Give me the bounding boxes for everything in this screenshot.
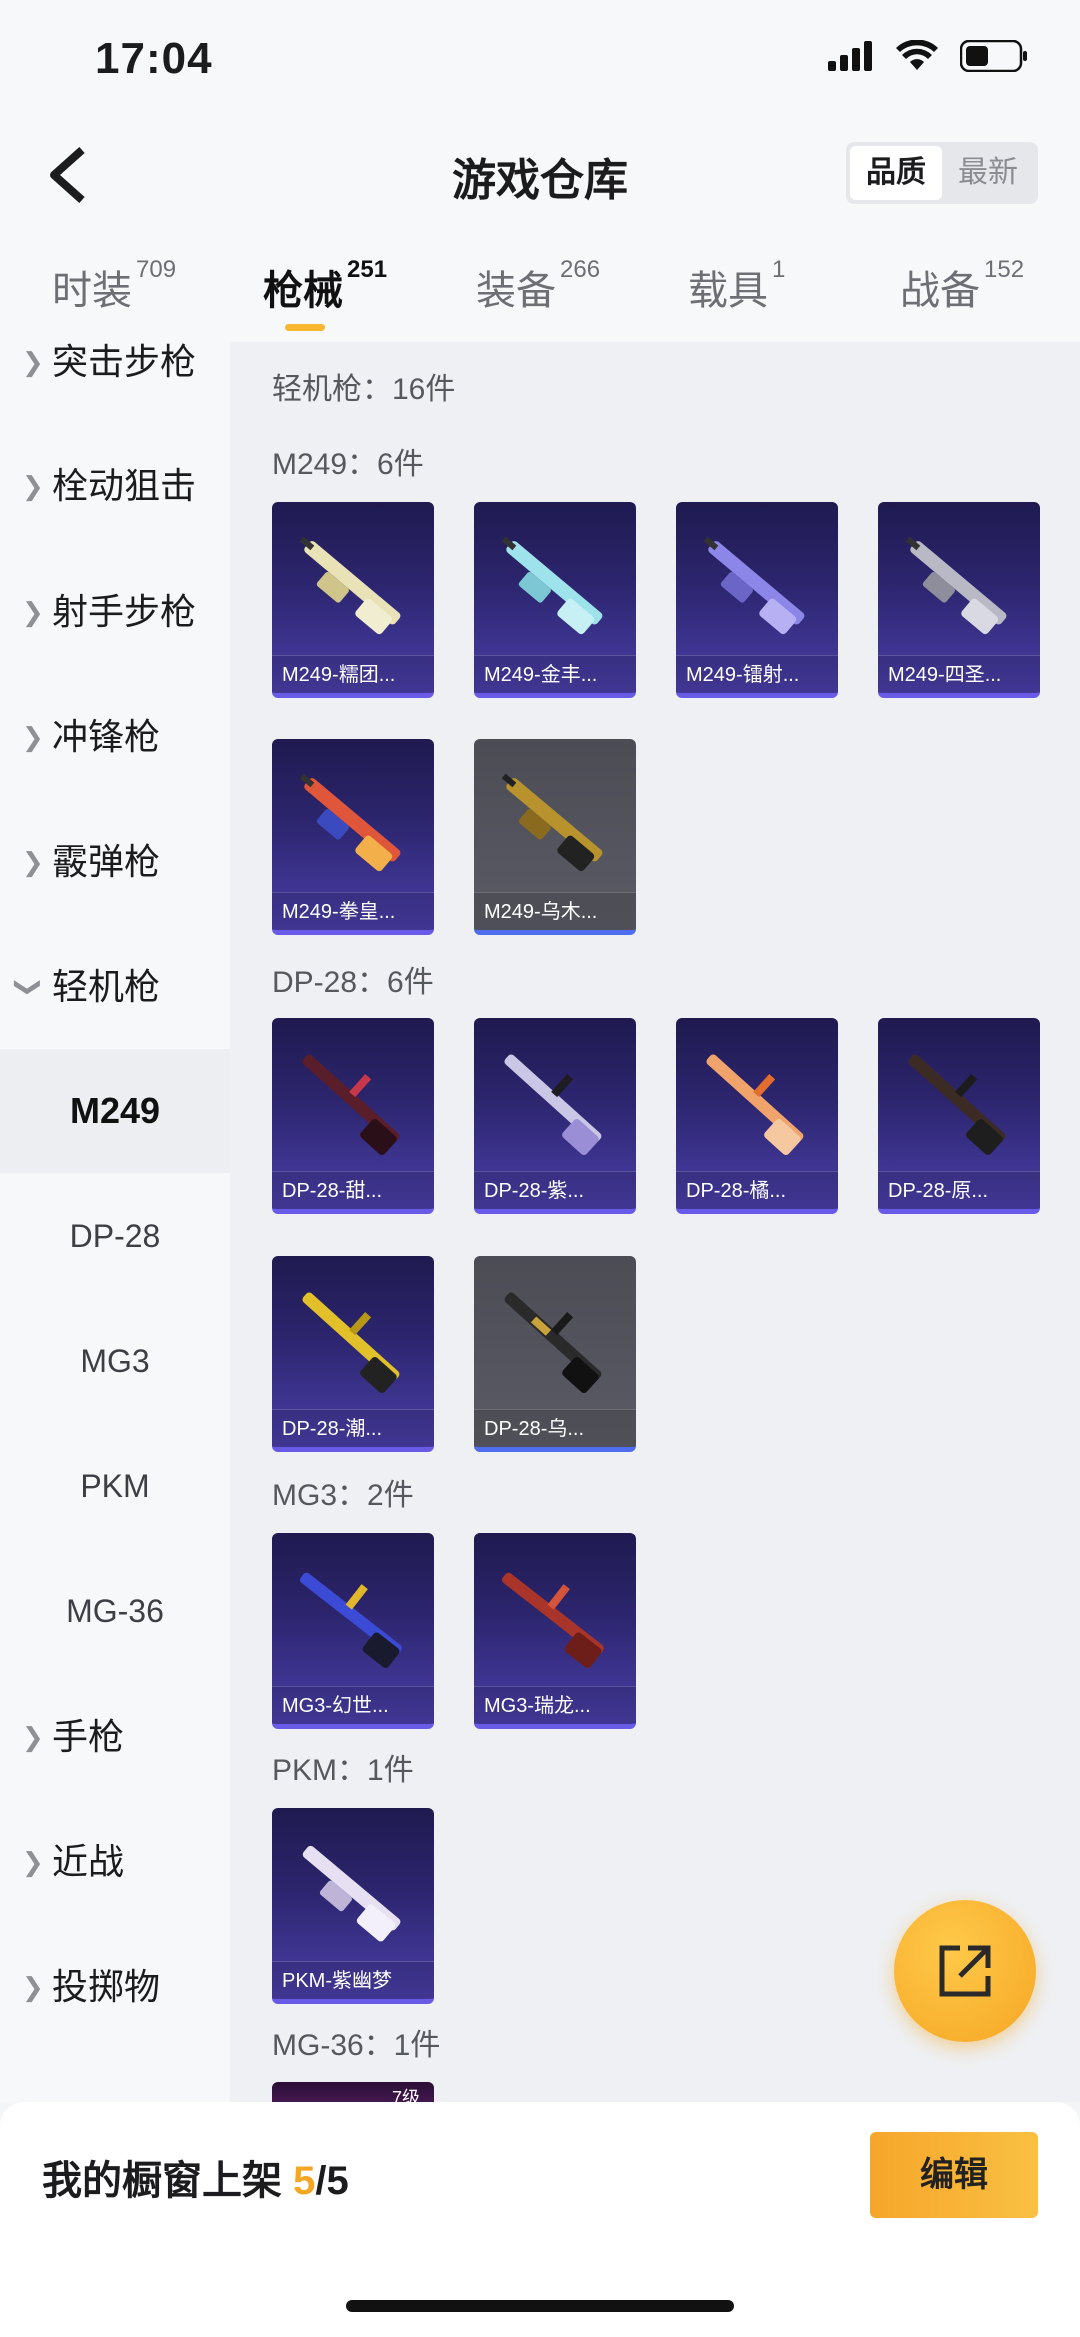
skin-name: DP-28-原... [878,1171,1040,1209]
skin-name: PKM-紫幽梦 [272,1961,434,1999]
sidebar-subitem-mg36[interactable]: MG-36 [0,1549,230,1673]
sidebar-subitem-m249[interactable]: M249 [0,1049,230,1173]
edit-button[interactable]: 编辑 [870,2132,1038,2218]
skin-card[interactable]: M249-四圣... [878,502,1040,698]
chevron-right-icon: ❯ [22,597,44,627]
status-bar: 17:04 [0,0,1080,120]
skin-card[interactable]: M249-金丰... [474,502,636,698]
lmg-icon [299,773,401,872]
sidebar-item-lmg[interactable]: ❯ 轻机枪 [0,945,230,1029]
lmg-icon [300,1572,402,1668]
sort-newest-button[interactable]: 最新 [942,146,1034,200]
lmg-icon [703,536,805,635]
battery-icon [960,40,1027,72]
skin-name: M249-拳皇... [272,892,434,930]
chevron-right-icon: ❯ [22,1972,44,2002]
lmg-icon [302,1845,401,1942]
active-tab-indicator [285,324,325,331]
sidebar-item-shotgun[interactable]: ❯ 霰弹枪 [0,820,230,904]
sidebar-item-melee[interactable]: ❯ 近战 [0,1820,230,1904]
skin-name: M249-四圣... [878,655,1040,693]
lmg-icon [501,536,603,635]
share-button[interactable] [894,1900,1036,2042]
group-heading-dp28: DP-28：6件 [272,966,434,999]
lmg-icon [504,1292,602,1394]
skin-card[interactable]: M249-镭射... [676,502,838,698]
skin-card[interactable]: DP-28-橘... [676,1018,838,1214]
tab-vehicles[interactable]: 载具 1 [688,256,785,316]
skin-card[interactable]: M249-乌木... [474,739,636,935]
signal-icon [828,41,872,71]
skin-name: MG3-幻世... [272,1686,434,1724]
skin-name: DP-28-乌... [474,1409,636,1447]
chevron-right-icon: ❯ [22,471,44,501]
group-heading-mg3: MG3：2件 [272,1479,414,1512]
skin-card-partial[interactable]: 7级 [272,2082,434,2102]
level-badge: 7级 [391,2088,420,2102]
tab-firearms[interactable]: 枪械 251 [263,256,387,331]
lmg-icon [502,1572,604,1668]
sidebar-subitem-mg3[interactable]: MG3 [0,1299,230,1423]
weapon-category-sidebar: ❯ 突击步枪 ❯ 栓动狙击 ❯ 射手步枪 ❯ 冲锋枪 ❯ 霰弹枪 ❯ 轻机枪 M249 DP… [0,342,230,2102]
skin-name: DP-28-潮... [272,1409,434,1447]
lmg-icon [299,536,401,635]
sort-quality-button[interactable]: 品质 [850,146,942,200]
chevron-right-icon: ❯ [22,847,44,877]
group-heading-m249: M249：6件 [272,448,424,481]
home-indicator [346,2300,734,2312]
skin-card[interactable]: MG3-瑞龙... [474,1533,636,1729]
share-out-icon [939,1945,991,1997]
skin-name: MG3-瑞龙... [474,1686,636,1724]
header: 游戏仓库 品质 最新 [0,120,1080,230]
sidebar-item-bolt-sniper[interactable]: ❯ 栓动狙击 [0,444,230,528]
sidebar-item-pistol[interactable]: ❯ 手枪 [0,1695,230,1779]
skin-name: DP-28-橘... [676,1171,838,1209]
skin-card[interactable]: DP-28-原... [878,1018,1040,1214]
tab-equipment[interactable]: 装备 266 [476,256,600,316]
category-tabs: 时装 709 枪械 251 装备 266 载具 1 战备 152 [0,230,1080,342]
skin-card[interactable]: DP-28-乌... [474,1256,636,1452]
skin-name: M249-糯团... [272,655,434,693]
wifi-icon [896,40,938,70]
skin-card[interactable]: MG3-幻世... [272,1533,434,1729]
skin-card[interactable]: DP-28-紫... [474,1018,636,1214]
showcase-count: 我的橱窗上架 5/5 [42,2159,349,2203]
sidebar-item-smg[interactable]: ❯ 冲锋枪 [0,695,230,779]
group-heading-pkm: PKM：1件 [272,1754,414,1787]
sidebar-item-throwables[interactable]: ❯ 投掷物 [0,1945,230,2029]
skin-card[interactable]: M249-糯团... [272,502,434,698]
lmg-icon [504,1054,602,1156]
sort-toggle: 品质 最新 [846,142,1038,204]
tab-fashion[interactable]: 时装 709 [52,256,176,316]
lmg-icon [905,536,1007,635]
skin-card[interactable]: DP-28-潮... [272,1256,434,1452]
lmg-icon [302,1054,400,1156]
group-heading-mg36: MG-36：1件 [272,2029,441,2062]
skin-grid: 轻机枪：16件 M249：6件 M249-糯团... M249-金丰... M2… [230,342,1080,2102]
skin-card[interactable]: M249-拳皇... [272,739,434,935]
sidebar-item-assault-rifle[interactable]: ❯ 突击步枪 [0,342,230,404]
skin-name: M249-镭射... [676,655,838,693]
chevron-right-icon: ❯ [22,722,44,752]
status-time: 17:04 [95,34,213,83]
sidebar-subitem-dp28[interactable]: DP-28 [0,1174,230,1298]
lmg-icon [302,1292,400,1394]
lmg-icon [501,773,603,872]
sidebar-item-marksman-rifle[interactable]: ❯ 射手步枪 [0,570,230,654]
skin-name: M249-乌木... [474,892,636,930]
chevron-right-icon: ❯ [22,1722,44,1752]
chevron-right-icon: ❯ [22,1847,44,1877]
skin-name: DP-28-紫... [474,1171,636,1209]
tab-combat-supplies[interactable]: 战备 152 [900,256,1024,316]
sidebar-subitem-pkm[interactable]: PKM [0,1424,230,1548]
lmg-icon [908,1054,1006,1156]
chevron-right-icon: ❯ [22,347,44,377]
status-icons [828,40,1028,72]
skin-name: DP-28-甜... [272,1171,434,1209]
skin-card[interactable]: DP-28-甜... [272,1018,434,1214]
lmg-icon [706,1054,804,1156]
skin-card[interactable]: PKM-紫幽梦 [272,1808,434,2004]
category-heading: 轻机枪：16件 [272,373,456,406]
skin-name: M249-金丰... [474,655,636,693]
